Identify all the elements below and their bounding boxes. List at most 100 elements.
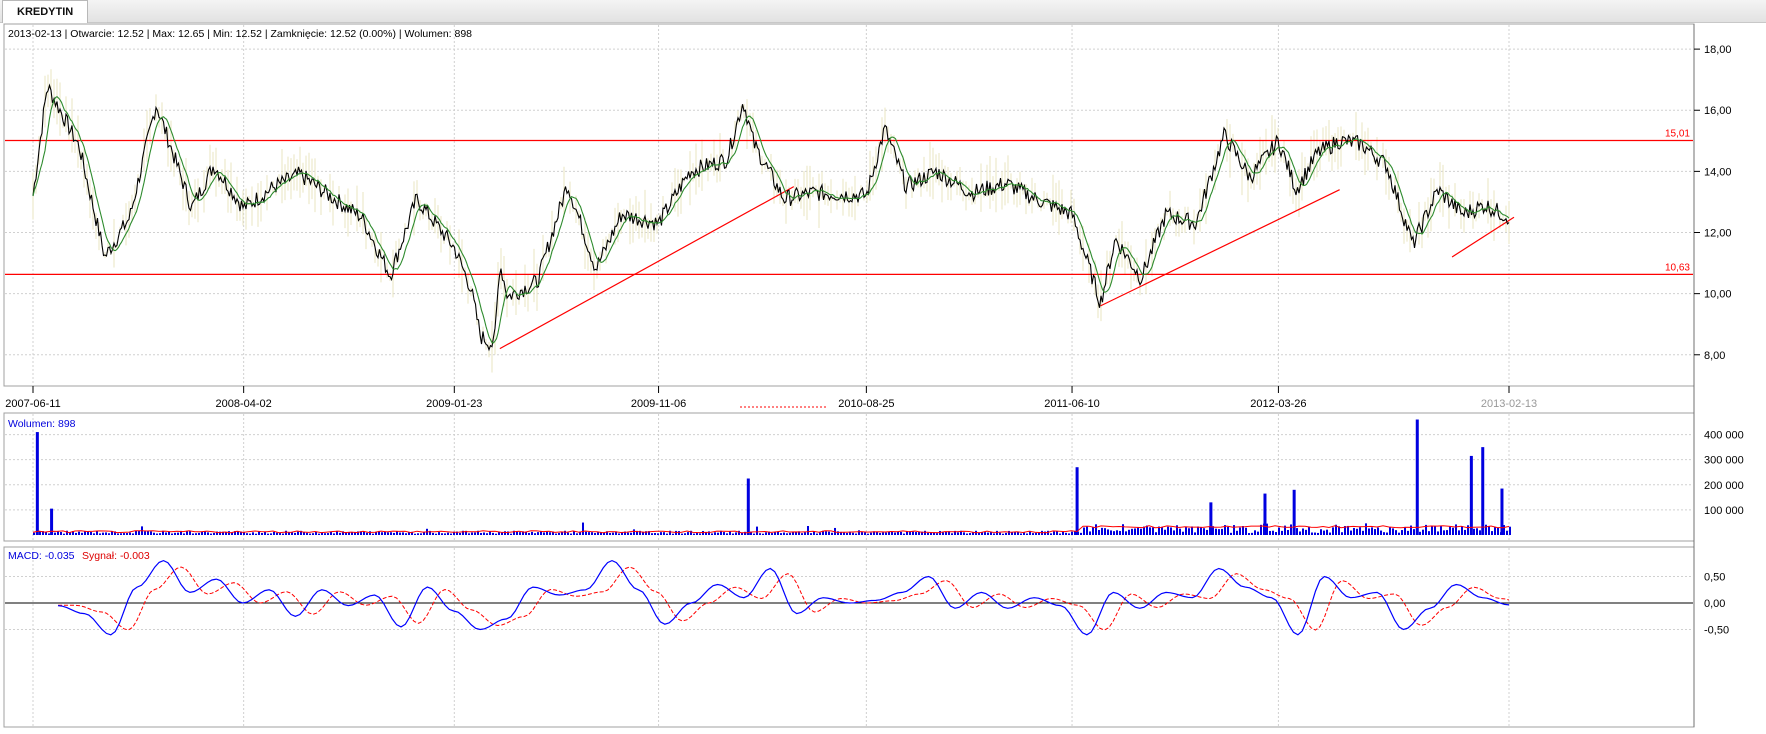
volume-bar [171, 533, 173, 535]
level-label: 15,01 [1665, 129, 1690, 140]
volume-bar [441, 533, 443, 535]
macd-tick-label: 0,50 [1704, 572, 1725, 584]
volume-bar [1407, 530, 1409, 535]
volume-bar [450, 533, 452, 535]
volume-bar [1443, 530, 1445, 535]
volume-bar [57, 531, 59, 535]
volume-spike-bar [746, 478, 750, 535]
volume-bar [879, 532, 881, 535]
volume-bar [1359, 527, 1361, 535]
volume-bar [276, 532, 278, 535]
volume-bar [1107, 529, 1109, 535]
volume-bar [210, 533, 212, 535]
volume-bar [558, 532, 560, 535]
volume-bar [711, 533, 713, 535]
macd-label: MACD: -0.035 [8, 550, 75, 562]
volume-bar [702, 530, 704, 535]
volume-bar [576, 533, 578, 535]
volume-bar [561, 532, 563, 535]
volume-bar [627, 532, 629, 535]
volume-bar [186, 531, 188, 535]
volume-bar [504, 531, 506, 535]
macd-tick-label: -0,50 [1704, 625, 1729, 637]
volume-bar [1233, 525, 1235, 535]
volume-bar [1167, 526, 1169, 535]
volume-bar [867, 533, 869, 535]
volume-bar [1197, 526, 1199, 535]
volume-bar [1140, 528, 1142, 535]
volume-bar [816, 533, 818, 535]
volume-bar [309, 533, 311, 535]
volume-bar [1353, 527, 1355, 535]
volume-bar [405, 533, 407, 535]
volume-bar [1242, 526, 1244, 535]
volume-bar [666, 533, 668, 535]
volume-bar [33, 532, 35, 535]
volume-bar [681, 533, 683, 535]
volume-bar [138, 530, 140, 535]
volume-bar [858, 530, 860, 535]
volume-bar [189, 531, 191, 535]
volume-bar [936, 533, 938, 535]
volume-bar [1191, 526, 1193, 535]
volume-bar [1305, 529, 1307, 535]
volume-bar [177, 532, 179, 535]
volume-bar [1149, 527, 1151, 535]
volume-tick-label: 200 000 [1704, 480, 1744, 492]
volume-bar [1386, 532, 1388, 535]
volume-bar [393, 532, 395, 535]
volume-bar [678, 531, 680, 535]
volume-bar [825, 531, 827, 535]
volume-bar [789, 532, 791, 535]
volume-bar [444, 533, 446, 535]
volume-bar [1086, 526, 1088, 535]
volume-bar [1098, 529, 1100, 535]
volume-bar [249, 533, 251, 535]
volume-bar [1446, 530, 1448, 535]
volume-bar [1452, 527, 1454, 535]
volume-bar [903, 533, 905, 535]
volume-bar [801, 533, 803, 535]
volume-bar [1419, 531, 1421, 535]
volume-bar [723, 532, 725, 535]
volume-bar [117, 533, 119, 535]
volume-bar [1323, 530, 1325, 535]
volume-bar [1497, 527, 1499, 535]
volume-bar [762, 533, 764, 535]
volume-bar [306, 532, 308, 535]
volume-bar [870, 532, 872, 535]
volume-bar [1299, 531, 1301, 535]
volume-bar [1128, 529, 1130, 535]
volume-bar [120, 533, 122, 535]
volume-bar [144, 531, 146, 535]
volume-bar [1296, 528, 1298, 535]
volume-bar [417, 533, 419, 535]
volume-bar [888, 531, 890, 535]
volume-bar [594, 533, 596, 535]
volume-bar [1458, 530, 1460, 535]
volume-bar [147, 530, 149, 535]
volume-tick-label: 400 000 [1704, 430, 1744, 442]
tab-kredytin[interactable]: KREDYTIN [2, 0, 89, 23]
volume-bar [123, 533, 125, 535]
volume-bar [1095, 524, 1097, 535]
volume-bar [966, 533, 968, 535]
volume-bar [480, 532, 482, 535]
volume-bar [396, 531, 398, 535]
volume-bar [543, 532, 545, 535]
volume-bar [1275, 532, 1277, 535]
volume-bar [915, 532, 917, 535]
volume-bar [1431, 525, 1433, 535]
volume-bar [882, 532, 884, 535]
volume-bar [108, 533, 110, 535]
volume-bar [492, 532, 494, 535]
volume-bar [420, 533, 422, 535]
volume-bar [510, 533, 512, 535]
volume-bar [78, 531, 80, 535]
volume-bar [1116, 530, 1118, 535]
volume-bar [786, 533, 788, 535]
volume-bar [963, 532, 965, 535]
volume-bar [390, 532, 392, 535]
volume-bar [1302, 528, 1304, 535]
volume-bar [297, 531, 299, 535]
